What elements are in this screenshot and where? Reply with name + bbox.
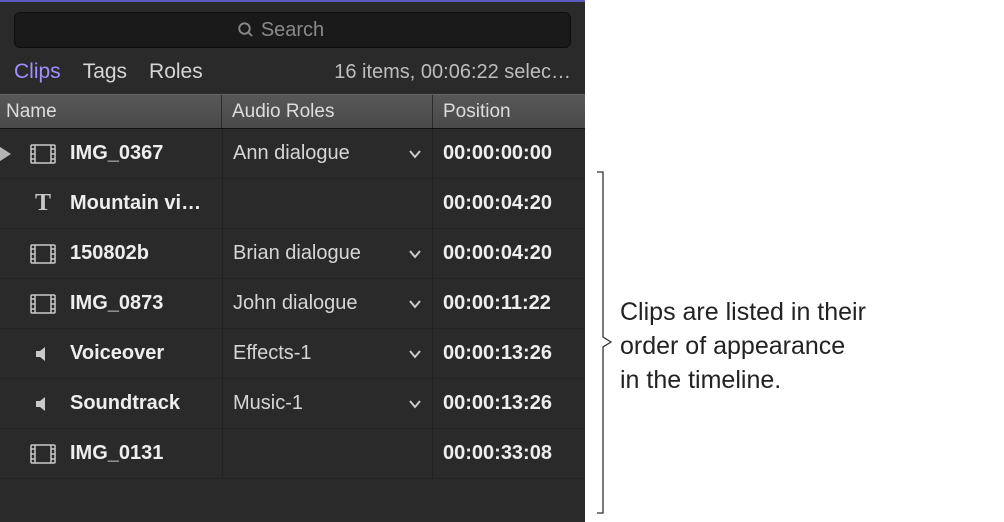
column-header-name[interactable]: Name — [0, 95, 222, 128]
table-header: Name Audio Roles Position — [0, 94, 585, 129]
chevron-down-icon — [408, 346, 422, 362]
audio-role-label: Ann dialogue — [233, 142, 350, 165]
audio-role-cell[interactable]: Music-1 — [222, 379, 433, 428]
table-row[interactable]: IMG_0367 Ann dialogue 00:00:00:00 — [0, 129, 585, 179]
table-row[interactable]: IMG_0873 John dialogue 00:00:11:22 — [0, 279, 585, 329]
position-cell: 00:00:11:22 — [433, 279, 585, 328]
tab-tags[interactable]: Tags — [83, 60, 127, 84]
clip-name: IMG_0873 — [70, 292, 163, 315]
clip-name: 150802b — [70, 242, 149, 265]
clip-name-cell: IMG_0367 — [0, 129, 222, 178]
table-body: IMG_0367 Ann dialogue 00:00:00:00 T Mountain… — [0, 129, 585, 522]
search-icon — [237, 21, 255, 44]
clip-name: IMG_0131 — [70, 442, 163, 465]
chevron-down-icon — [408, 396, 422, 412]
clip-name-cell: Soundtrack — [0, 379, 222, 428]
position-cell: 00:00:33:08 — [433, 429, 585, 478]
position-cell: 00:00:00:00 — [433, 129, 585, 178]
clip-name: IMG_0367 — [70, 142, 163, 165]
table-row[interactable]: IMG_0131 00:00:33:08 — [0, 429, 585, 479]
audio-role-cell[interactable]: Brian dialogue — [222, 229, 433, 278]
chevron-down-icon — [408, 246, 422, 262]
chevron-down-icon — [408, 296, 422, 312]
position-cell: 00:00:04:20 — [433, 229, 585, 278]
table-row[interactable]: T Mountain vi… 00:00:04:20 — [0, 179, 585, 229]
table-row[interactable]: Voiceover Effects-1 00:00:13:26 — [0, 329, 585, 379]
filmstrip-icon — [30, 244, 56, 264]
clip-name-cell: IMG_0873 — [0, 279, 222, 328]
clip-name: Voiceover — [70, 342, 164, 365]
search-row — [0, 2, 585, 55]
audio-role-cell[interactable]: John dialogue — [222, 279, 433, 328]
audio-role-cell[interactable]: Effects-1 — [222, 329, 433, 378]
chevron-down-icon — [408, 146, 422, 162]
filmstrip-icon — [30, 144, 56, 164]
position-cell: 00:00:04:20 — [433, 179, 585, 228]
column-header-position[interactable]: Position — [433, 95, 585, 128]
table-row[interactable]: 150802b Brian dialogue 00:00:04:20 — [0, 229, 585, 279]
column-header-audio-roles[interactable]: Audio Roles — [222, 95, 433, 128]
clip-name-cell: T Mountain vi… — [0, 179, 222, 228]
clip-name: Mountain vi… — [70, 192, 201, 215]
audio-role-label: Effects-1 — [233, 342, 312, 365]
speaker-icon — [30, 345, 56, 363]
position-cell: 00:00:13:26 — [433, 329, 585, 378]
bracket-icon — [595, 170, 613, 515]
speaker-icon — [30, 395, 56, 413]
filmstrip-icon — [30, 294, 56, 314]
clip-name-cell: IMG_0131 — [0, 429, 222, 478]
clips-panel: Clips Tags Roles 16 items, 00:06:22 sele… — [0, 0, 585, 522]
tab-clips[interactable]: Clips — [14, 60, 61, 84]
annotation-text: Clips are listed in theirorder of appear… — [620, 296, 866, 397]
position-cell: 00:00:13:26 — [433, 379, 585, 428]
text-icon: T — [30, 190, 56, 217]
table-row[interactable]: Soundtrack Music-1 00:00:13:26 — [0, 379, 585, 429]
audio-role-cell[interactable]: Ann dialogue — [222, 129, 433, 178]
status-text: 16 items, 00:06:22 selec… — [334, 61, 571, 84]
audio-role-label: Brian dialogue — [233, 242, 361, 265]
audio-role-label: John dialogue — [233, 292, 358, 315]
audio-role-cell — [222, 179, 433, 228]
tabs-row: Clips Tags Roles 16 items, 00:06:22 sele… — [0, 55, 585, 94]
audio-role-cell — [222, 429, 433, 478]
filmstrip-icon — [30, 444, 56, 464]
clip-name-cell: 150802b — [0, 229, 222, 278]
search-box[interactable] — [14, 12, 571, 48]
search-input[interactable] — [29, 19, 556, 42]
tab-roles[interactable]: Roles — [149, 60, 203, 84]
clip-name: Soundtrack — [70, 392, 180, 415]
clip-name-cell: Voiceover — [0, 329, 222, 378]
audio-role-label: Music-1 — [233, 392, 303, 415]
annotation-pane: Clips are listed in theirorder of appear… — [585, 0, 1004, 522]
